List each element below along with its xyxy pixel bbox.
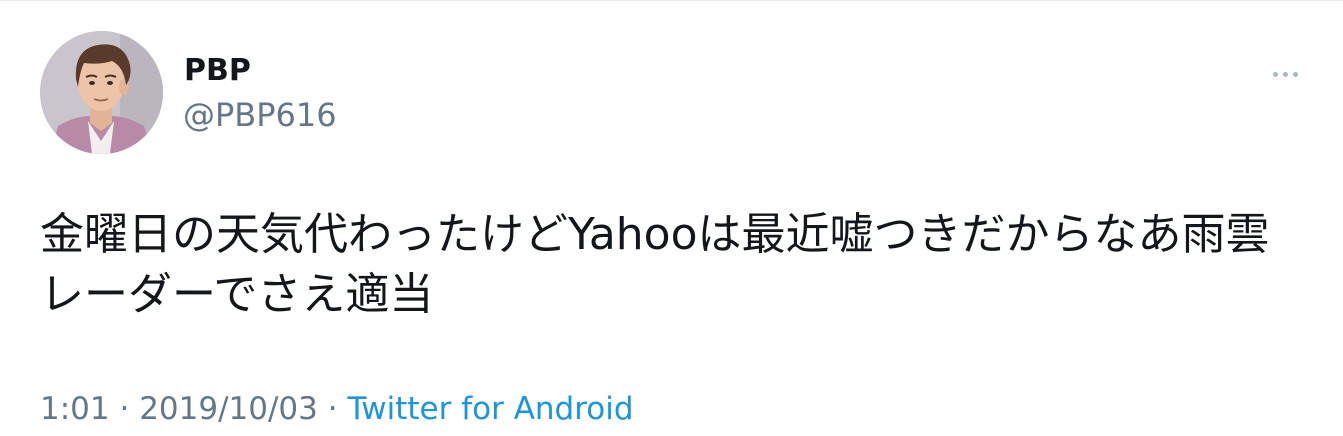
tweet-text-line: レーダーでさえ適当 [40, 269, 434, 320]
avatar[interactable] [40, 31, 163, 154]
more-dot [1282, 71, 1288, 77]
user-handle[interactable]: @PBP616 [183, 93, 337, 137]
tweet-meta: 1:01 · 2019/10/03 · Twitter for Android [40, 387, 634, 431]
more-horizontal-icon[interactable] [1262, 59, 1308, 89]
tweet-date[interactable]: 2019/10/03 [139, 391, 318, 427]
tweet-text-line: 金曜日の天気代わったけどYahooは最近嘘つきだからなあ雨雲 [40, 209, 1270, 260]
meta-separator: · [119, 391, 130, 427]
tweet-time[interactable]: 1:01 [40, 391, 110, 427]
more-dot [1272, 71, 1278, 77]
meta-separator: · [327, 391, 338, 427]
tweet-text: 金曜日の天気代わったけどYahooは最近嘘つきだからなあ雨雲 レーダーでさえ適当 [40, 205, 1310, 325]
tweet-source-link[interactable]: Twitter for Android [347, 391, 633, 427]
more-dot [1292, 71, 1298, 77]
tweet-card: PBP @PBP616 金曜日の天気代わったけどYahooは最近嘘つきだからなあ… [0, 0, 1343, 436]
display-name[interactable]: PBP [184, 51, 251, 91]
